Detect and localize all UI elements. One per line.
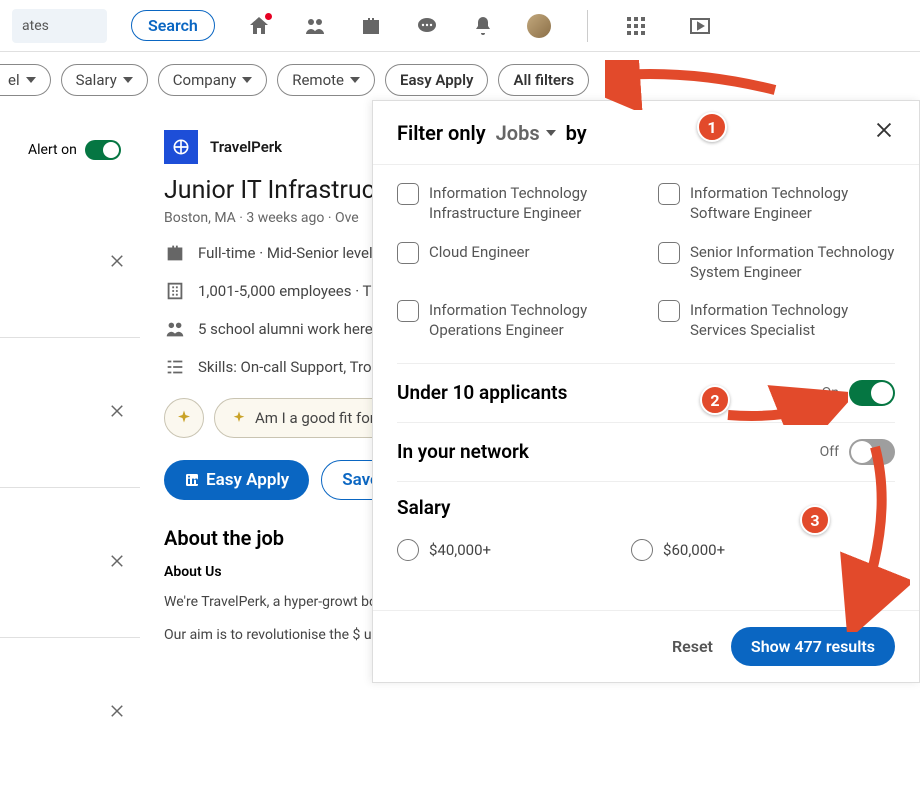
under-10-label: Under 10 applicants	[397, 381, 567, 404]
annotation-badge-1: 1	[697, 112, 727, 142]
pill-label: Remote	[292, 71, 344, 89]
jobs-dropdown-label: Jobs	[496, 121, 540, 145]
home-icon[interactable]	[247, 14, 271, 38]
building-icon	[164, 280, 186, 302]
in-network-label: In your network	[397, 440, 529, 463]
checkbox[interactable]	[397, 300, 419, 322]
title-label: Information Technology Services Speciali…	[690, 300, 895, 341]
briefcase-icon	[164, 242, 186, 264]
avatar[interactable]	[527, 14, 551, 38]
dismiss-icon[interactable]	[108, 552, 126, 574]
people-icon	[164, 318, 186, 340]
title-label: Cloud Engineer	[429, 242, 530, 262]
salary-option[interactable]: $60,000+	[631, 539, 725, 561]
network-icon[interactable]	[303, 14, 327, 38]
filter-pill-remote[interactable]: Remote	[277, 64, 375, 96]
learning-icon[interactable]	[688, 14, 712, 38]
company-name[interactable]: TravelPerk	[210, 138, 282, 156]
ai-fit-prompt[interactable]: Am I a good fit for	[214, 398, 392, 438]
show-results-button[interactable]: Show 477 results	[731, 627, 895, 666]
messaging-icon[interactable]	[415, 14, 439, 38]
filter-pill-salary[interactable]: Salary	[61, 64, 148, 96]
easy-apply-label: Easy Apply	[206, 470, 289, 490]
pill-label: All filters	[513, 71, 574, 89]
filter-pill-company[interactable]: Company	[158, 64, 267, 96]
close-panel-button[interactable]	[873, 119, 895, 146]
checkbox[interactable]	[397, 183, 419, 205]
radio[interactable]	[631, 539, 653, 561]
title-checkbox-item[interactable]: Senior Information Technology System Eng…	[658, 242, 895, 283]
search-field[interactable]: ates	[12, 9, 107, 43]
title-checkbox-item[interactable]: Information Technology Operations Engine…	[397, 300, 634, 341]
chevron-down-icon	[546, 130, 556, 136]
title-checkbox-item[interactable]: Information Technology Infrastructure En…	[397, 183, 634, 224]
under-10-toggle[interactable]	[849, 380, 895, 406]
alert-toggle[interactable]	[85, 140, 121, 160]
job-list-item[interactable]	[0, 338, 140, 488]
job-list-item[interactable]	[0, 188, 140, 338]
salary-option[interactable]: $40,000+	[397, 539, 491, 561]
radio[interactable]	[397, 539, 419, 561]
notification-dot	[264, 12, 273, 21]
checkbox[interactable]	[658, 242, 680, 264]
reset-button[interactable]: Reset	[672, 637, 713, 656]
ai-fit-label: Am I a good fit for	[255, 409, 375, 427]
list-icon	[164, 356, 186, 378]
dismiss-icon[interactable]	[108, 252, 126, 274]
spark-icon	[231, 410, 247, 426]
chevron-down-icon	[123, 77, 133, 83]
dismiss-icon[interactable]	[108, 402, 126, 424]
in-network-state: Off	[820, 444, 839, 460]
filter-pill-easy-apply[interactable]: Easy Apply	[385, 64, 488, 96]
ai-spark-button[interactable]	[164, 398, 204, 438]
filter-pill-experience[interactable]: el	[0, 64, 51, 96]
linkedin-icon	[184, 472, 200, 488]
notifications-icon[interactable]	[471, 14, 495, 38]
pill-label: el	[8, 71, 20, 89]
pill-label: Salary	[76, 71, 117, 89]
title-label: Information Technology Operations Engine…	[429, 300, 634, 341]
job-list-item[interactable]	[0, 638, 140, 788]
title-checkbox-item[interactable]: Information Technology Software Engineer	[658, 183, 895, 224]
job-list-item[interactable]	[0, 488, 140, 638]
easy-apply-button[interactable]: Easy Apply	[164, 460, 309, 500]
nav-divider	[587, 10, 588, 42]
salary-option-label: $60,000+	[663, 541, 725, 559]
pill-label: Easy Apply	[400, 71, 473, 89]
panel-title-filter-only: Filter only	[397, 121, 486, 145]
dismiss-icon[interactable]	[108, 702, 126, 724]
annotation-arrow-1	[605, 60, 785, 110]
title-label: Senior Information Technology System Eng…	[690, 242, 895, 283]
pill-label: Company	[173, 71, 236, 89]
annotation-badge-3: 3	[800, 505, 830, 535]
jobs-icon[interactable]	[359, 14, 383, 38]
annotation-arrow-3	[840, 442, 910, 632]
salary-option-label: $40,000+	[429, 541, 491, 559]
checkbox[interactable]	[658, 183, 680, 205]
chevron-down-icon	[242, 77, 252, 83]
alert-label: Alert on	[28, 142, 77, 158]
filter-pill-all-filters[interactable]: All filters	[498, 64, 589, 96]
checkbox[interactable]	[397, 242, 419, 264]
title-label: Information Technology Infrastructure En…	[429, 183, 634, 224]
apps-grid-icon[interactable]	[624, 14, 648, 38]
annotation-arrow-2	[718, 385, 848, 425]
annotation-badge-2: 2	[700, 385, 730, 415]
title-label: Information Technology Software Engineer	[690, 183, 895, 224]
search-tab[interactable]: Search	[131, 10, 215, 41]
company-logo[interactable]	[164, 130, 198, 164]
title-checkbox-item[interactable]: Information Technology Services Speciali…	[658, 300, 895, 341]
checkbox[interactable]	[658, 300, 680, 322]
panel-title-by: by	[566, 121, 587, 145]
search-text-fragment: ates	[22, 18, 49, 34]
jobs-dropdown[interactable]: Jobs	[496, 121, 556, 145]
title-checkbox-item[interactable]: Cloud Engineer	[397, 242, 634, 283]
chevron-down-icon	[350, 77, 360, 83]
chevron-down-icon	[26, 77, 36, 83]
